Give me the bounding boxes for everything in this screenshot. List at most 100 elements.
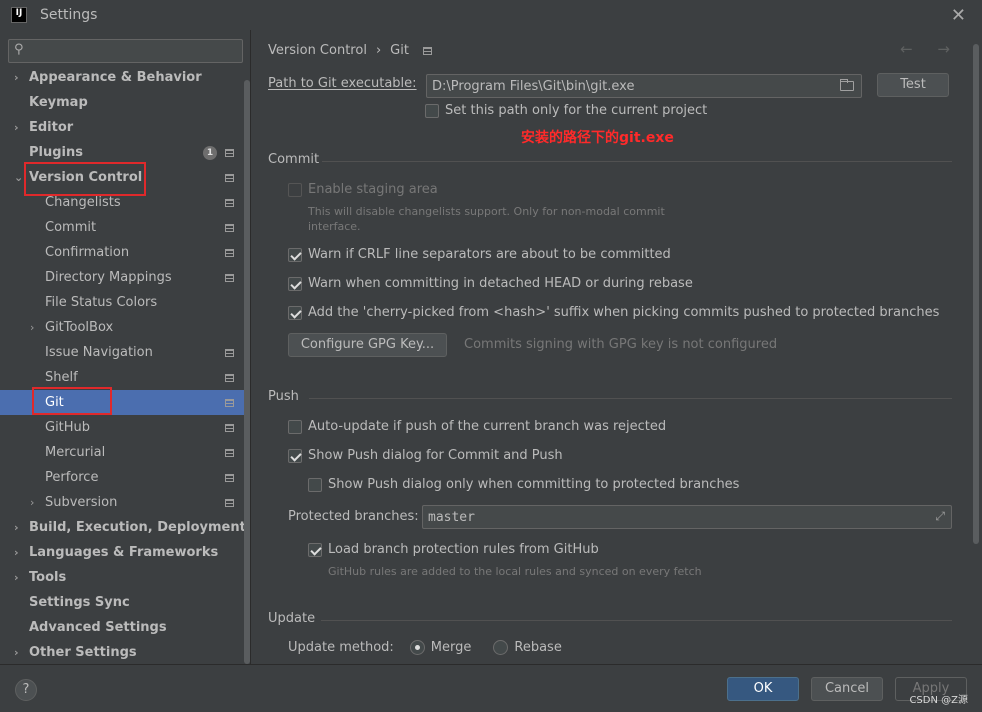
warn-detached-checkbox[interactable] <box>288 276 302 291</box>
show-push-dialog-checkbox[interactable] <box>288 448 302 463</box>
sidebar-item-git[interactable]: Git <box>0 390 244 415</box>
project-scope-icon <box>225 174 234 182</box>
title-bar: IJ Settings ✕ <box>0 0 982 30</box>
sidebar-item-gittoolbox[interactable]: › GitToolBox <box>0 315 244 340</box>
sidebar-item-version-control[interactable]: ⌄ Version Control <box>0 165 244 190</box>
gpg-status-row: Commits signing with GPG key is not conf… <box>464 337 777 352</box>
load-rules-row[interactable]: Load branch protection rules from GitHub <box>308 542 599 557</box>
update-method-label: Update method: <box>288 640 394 655</box>
configure-gpg-button[interactable]: Configure GPG Key... <box>288 333 447 357</box>
project-scope-icon <box>225 224 234 232</box>
git-path-field[interactable] <box>426 74 862 98</box>
cancel-button[interactable]: Cancel <box>811 677 883 701</box>
show-push-protected-checkbox[interactable] <box>308 477 322 492</box>
test-button[interactable]: Test <box>877 73 949 97</box>
chevron-right-icon[interactable]: › <box>14 65 19 90</box>
enable-staging-row[interactable]: Enable staging area <box>288 182 438 197</box>
sidebar-item-advanced-settings[interactable]: Advanced Settings <box>0 615 244 640</box>
sidebar-item-commit[interactable]: Commit <box>0 215 244 240</box>
load-rules-checkbox[interactable] <box>308 542 322 557</box>
breadcrumb-parent[interactable]: Version Control <box>268 43 367 58</box>
auto-update-label: Auto-update if push of the current branc… <box>308 419 667 434</box>
sidebar-item-changelists[interactable]: Changelists <box>0 190 244 215</box>
rebase-label[interactable]: Rebase <box>514 640 561 655</box>
sidebar-item-build-execution-deployment[interactable]: › Build, Execution, Deployment <box>0 515 246 540</box>
warn-crlf-label: Warn if CRLF line separators are about t… <box>308 247 671 262</box>
breadcrumb-current: Git <box>390 43 409 58</box>
settings-content: Version Control › Git ← → Path to Git ex… <box>251 30 982 664</box>
close-icon[interactable]: ✕ <box>951 5 966 26</box>
commit-section-title: Commit <box>268 152 320 167</box>
enable-staging-checkbox[interactable] <box>288 182 302 197</box>
chevron-right-icon[interactable]: › <box>14 515 19 540</box>
project-scope-icon <box>225 499 234 507</box>
expand-icon[interactable]: ⤢ <box>935 509 945 524</box>
sidebar-item-tools[interactable]: › Tools <box>0 565 244 590</box>
sidebar-item-label: GitToolBox <box>45 320 114 335</box>
sidebar-item-settings-sync[interactable]: Settings Sync <box>0 590 244 615</box>
help-button[interactable]: ? <box>15 679 37 701</box>
set-path-only-checkbox[interactable] <box>425 103 439 118</box>
git-path-input[interactable] <box>432 78 832 94</box>
rebase-radio[interactable] <box>493 640 509 655</box>
content-scrollbar[interactable] <box>973 44 979 544</box>
sidebar-item-issue-navigation[interactable]: Issue Navigation <box>0 340 244 365</box>
update-section-title: Update <box>268 611 316 626</box>
ok-button[interactable]: OK <box>727 677 799 701</box>
show-push-protected-label: Show Push dialog only when committing to… <box>328 477 740 492</box>
watermark: CSDN @Z源 <box>909 695 968 706</box>
sidebar-item-label: Version Control <box>29 170 143 185</box>
project-scope-icon <box>422 46 432 55</box>
warn-detached-label: Warn when committing in detached HEAD or… <box>308 276 693 291</box>
set-path-only-row[interactable]: Set this path only for the current proje… <box>425 103 707 118</box>
sidebar-item-label: Appearance & Behavior <box>29 70 202 85</box>
chevron-down-icon[interactable]: ⌄ <box>14 165 23 190</box>
sidebar-item-directory-mappings[interactable]: Directory Mappings <box>0 265 244 290</box>
sidebar-item-label: Perforce <box>45 470 99 485</box>
chevron-right-icon[interactable]: › <box>30 490 34 515</box>
warn-crlf-checkbox[interactable] <box>288 247 302 262</box>
sidebar-item-shelf[interactable]: Shelf <box>0 365 244 390</box>
sidebar-item-mercurial[interactable]: Mercurial <box>0 440 244 465</box>
commit-divider <box>322 161 952 162</box>
gpg-status-label: Commits signing with GPG key is not conf… <box>464 337 778 352</box>
protected-branches-field[interactable]: ⤢ <box>422 505 952 529</box>
sidebar-item-perforce[interactable]: Perforce <box>0 465 244 490</box>
chevron-right-icon[interactable]: › <box>14 640 19 664</box>
back-forward-arrows-icon[interactable]: ← → <box>900 40 960 58</box>
merge-label[interactable]: Merge <box>431 640 472 655</box>
protected-branches-input[interactable] <box>428 509 908 525</box>
show-push-protected-row[interactable]: Show Push dialog only when committing to… <box>308 477 739 492</box>
sidebar-item-languages-frameworks[interactable]: › Languages & Frameworks <box>0 540 244 565</box>
auto-update-row[interactable]: Auto-update if push of the current branc… <box>288 419 666 434</box>
sidebar-item-subversion[interactable]: › Subversion <box>0 490 244 515</box>
sidebar-scrollbar[interactable] <box>244 80 250 664</box>
cherry-picked-checkbox[interactable] <box>288 305 302 320</box>
sidebar-item-confirmation[interactable]: Confirmation <box>0 240 244 265</box>
merge-radio[interactable] <box>409 640 425 655</box>
update-count-badge: 1 <box>203 146 217 160</box>
sidebar-item-editor[interactable]: › Editor <box>0 115 244 140</box>
search-input[interactable] <box>35 42 235 60</box>
protected-branches-label: Protected branches: <box>288 509 419 524</box>
project-scope-icon <box>225 199 234 207</box>
cherry-picked-row[interactable]: Add the 'cherry-picked from <hash>' suff… <box>288 305 939 320</box>
sidebar-item-github[interactable]: GitHub <box>0 415 244 440</box>
auto-update-checkbox[interactable] <box>288 419 302 434</box>
sidebar-item-keymap[interactable]: Keymap <box>0 90 244 115</box>
warn-detached-row[interactable]: Warn when committing in detached HEAD or… <box>288 276 693 291</box>
chevron-right-icon[interactable]: › <box>14 565 19 590</box>
sidebar-item-appearance-behavior[interactable]: › Appearance & Behavior <box>0 65 244 90</box>
project-scope-icon <box>225 274 234 282</box>
logo-text: IJ <box>15 8 23 18</box>
sidebar-item-plugins[interactable]: Plugins 1 <box>0 140 244 165</box>
settings-search[interactable]: ⚲ <box>8 39 243 63</box>
chevron-right-icon[interactable]: › <box>14 540 19 565</box>
folder-icon[interactable] <box>840 79 854 91</box>
show-push-dialog-row[interactable]: Show Push dialog for Commit and Push <box>288 448 563 463</box>
sidebar-item-file-status-colors[interactable]: File Status Colors <box>0 290 244 315</box>
chevron-right-icon[interactable]: › <box>30 315 34 340</box>
chevron-right-icon[interactable]: › <box>14 115 19 140</box>
warn-crlf-row[interactable]: Warn if CRLF line separators are about t… <box>288 247 671 262</box>
sidebar-item-other-settings[interactable]: › Other Settings <box>0 640 244 664</box>
